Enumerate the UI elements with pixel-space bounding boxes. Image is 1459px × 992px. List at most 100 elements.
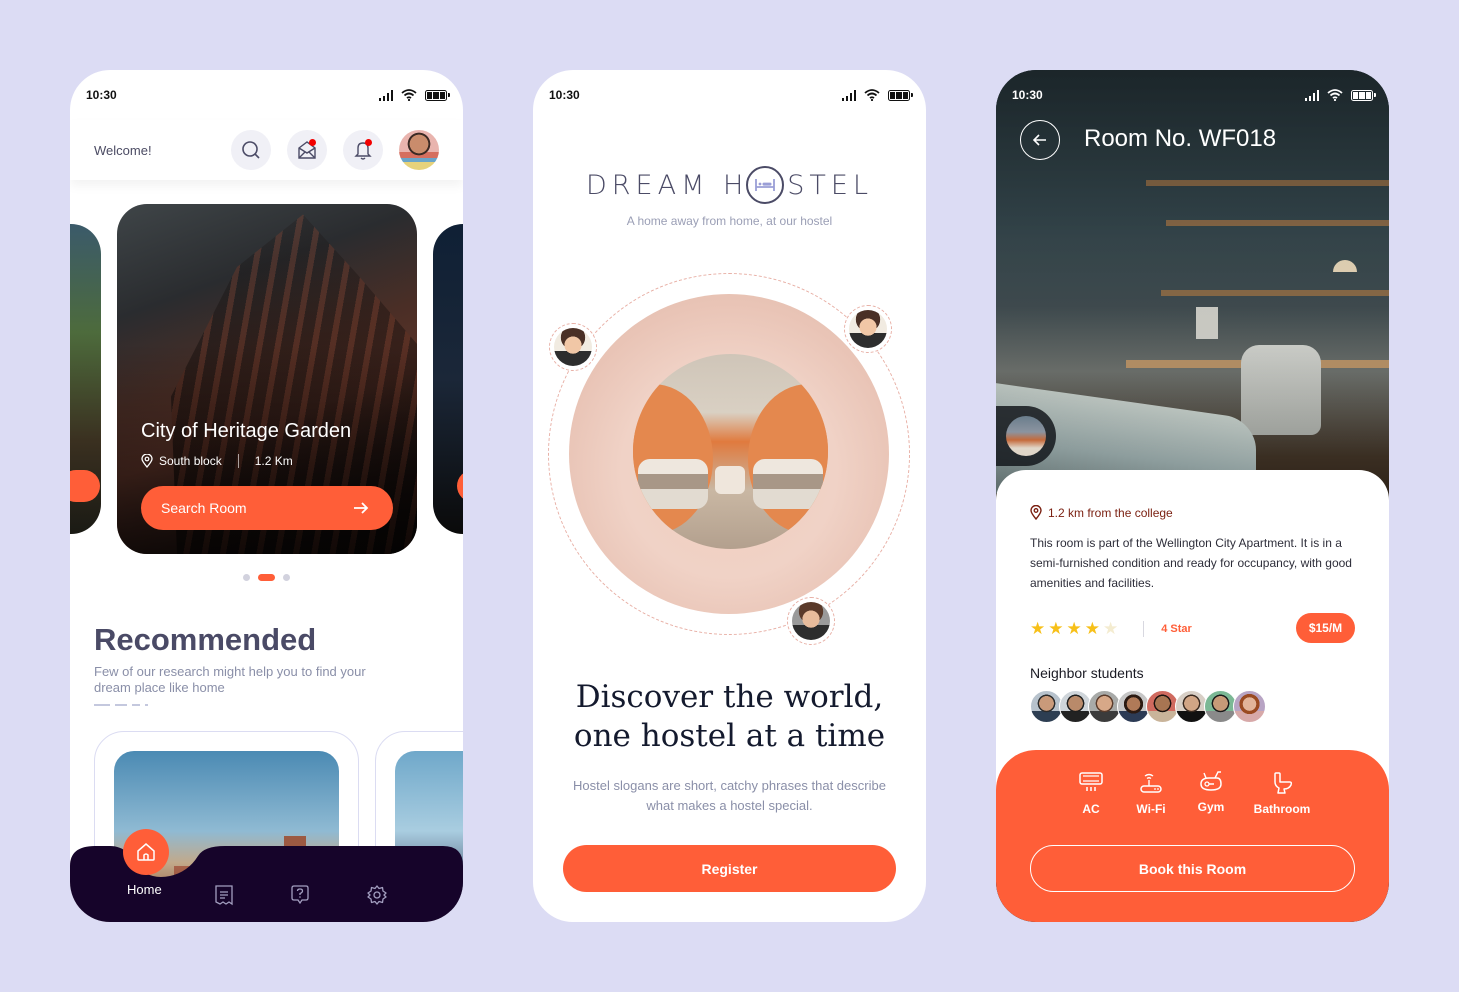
- room-detail-screen: 10:30 Room No. WF018 1.2 km from the col…: [996, 70, 1389, 922]
- divider: [237, 454, 239, 468]
- pagination-dot-active[interactable]: [258, 574, 275, 581]
- card-meta: South block 1.2 Km: [141, 454, 293, 468]
- notification-dot: [309, 139, 316, 146]
- toilet-icon: [1274, 772, 1293, 794]
- status-bar: 10:30: [533, 70, 926, 120]
- help-icon[interactable]: [289, 884, 311, 906]
- search-icon: [242, 141, 260, 159]
- carousel-card-prev[interactable]: [70, 224, 101, 534]
- amenity-label: Wi-Fi: [1136, 802, 1166, 816]
- card-title: City of Heritage Garden: [141, 420, 352, 442]
- gallery-thumbnail-tab[interactable]: [996, 406, 1056, 466]
- home-screen: 10:30 Welcome! City of Heritage Garden S…: [70, 70, 463, 922]
- card-location: South block: [159, 454, 222, 468]
- status-bar: 10:30: [996, 70, 1389, 120]
- headline-line: Discover the world,: [575, 679, 884, 715]
- wifi-icon: [401, 89, 417, 101]
- amenity-gym: Gym: [1181, 770, 1241, 814]
- home-icon: [137, 843, 155, 861]
- home-header: Welcome!: [70, 120, 463, 180]
- star-icon-filled: ★: [1030, 619, 1046, 638]
- rating-label: 4 Star: [1161, 622, 1192, 635]
- card-button-partial: [457, 470, 463, 502]
- room-info-card: 1.2 km from the college This room is par…: [996, 470, 1389, 790]
- battery-icon: [1351, 89, 1376, 101]
- logo-text-right: STEL: [787, 169, 873, 201]
- search-room-label: Search Room: [161, 500, 247, 516]
- messages-button[interactable]: [287, 130, 327, 170]
- carousel-card-active[interactable]: City of Heritage Garden South block 1.2 …: [117, 204, 417, 554]
- divider: [1143, 620, 1145, 637]
- status-time: 10:30: [86, 88, 117, 102]
- exercise-bike-icon: [1200, 771, 1222, 791]
- pagination-dot[interactable]: [243, 574, 250, 581]
- amenity-ac: AC: [1061, 772, 1121, 816]
- battery-icon: [888, 89, 913, 101]
- amenity-wifi: Wi-Fi: [1121, 772, 1181, 816]
- nav-home-label[interactable]: Home: [127, 882, 162, 897]
- star-icon-filled: ★: [1048, 619, 1064, 638]
- search-room-button[interactable]: Search Room: [141, 486, 393, 530]
- signal-icon: [1304, 89, 1319, 101]
- student-avatar[interactable]: [787, 597, 835, 645]
- router-icon: [1140, 773, 1162, 793]
- recommended-subtitle: Few of our research might help you to fi…: [94, 664, 366, 695]
- wifi-icon: [1327, 89, 1343, 101]
- settings-icon[interactable]: [366, 884, 388, 906]
- carousel-pagination: [70, 574, 463, 581]
- star-icon-filled: ★: [1066, 619, 1082, 638]
- star-rating: ★ ★ ★ ★ ★ 4 Star: [1030, 620, 1192, 637]
- welcome-text: Welcome!: [94, 142, 152, 158]
- card-button-partial: [70, 470, 100, 502]
- signal-icon: [378, 89, 393, 101]
- notifications-button[interactable]: [343, 130, 383, 170]
- amenity-label: Gym: [1197, 800, 1225, 814]
- card-distance: 1.2 Km: [254, 454, 293, 468]
- distance-text: 1.2 km from the college: [1048, 505, 1173, 520]
- pagination-dot[interactable]: [283, 574, 290, 581]
- location-pin-icon: [1030, 505, 1042, 520]
- status-time: 10:30: [549, 88, 580, 102]
- room-description: This room is part of the Wellington City…: [1030, 536, 1352, 590]
- amenity-bathroom: Bathroom: [1252, 772, 1312, 816]
- neighbor-avatars: [1030, 690, 1266, 723]
- amenities-panel: AC Wi-Fi Gym Bathroom Book this Room: [996, 750, 1389, 922]
- user-avatar[interactable]: [399, 130, 439, 170]
- nav-home-button[interactable]: [123, 829, 169, 875]
- wifi-icon: [864, 89, 880, 101]
- star-icon-filled: ★: [1084, 619, 1100, 638]
- section-divider: [94, 704, 148, 706]
- location-pin-icon: [141, 454, 153, 468]
- ac-icon: [1079, 772, 1103, 791]
- distance-info: 1.2 km from the college: [1030, 505, 1173, 520]
- student-avatar[interactable]: [844, 305, 892, 353]
- amenity-label: Bathroom: [1253, 802, 1311, 816]
- search-button[interactable]: [231, 130, 271, 170]
- status-bar: 10:30: [70, 70, 463, 120]
- headline: Discover the world, one hostel at a time: [533, 678, 926, 756]
- neighbors-label: Neighbor students: [1030, 665, 1144, 681]
- price-badge: $15/M: [1296, 613, 1355, 643]
- carousel-card-next[interactable]: [433, 224, 463, 534]
- amenity-label: AC: [1082, 802, 1100, 816]
- hostel-room-image-focus: [633, 354, 828, 549]
- logo-text-left: DREAM H: [586, 169, 749, 201]
- battery-icon: [425, 89, 450, 101]
- room-title: Room No. WF018: [1084, 125, 1277, 152]
- recommended-title: Recommended: [94, 622, 317, 657]
- gallery-thumbnail[interactable]: [1006, 416, 1046, 456]
- app-logo: DREAM H STEL: [533, 166, 926, 204]
- student-avatar[interactable]: [549, 323, 597, 371]
- neighbor-avatar[interactable]: [1233, 690, 1266, 723]
- back-button[interactable]: [1020, 120, 1060, 160]
- onboarding-screen: 10:30 DREAM H STEL A home away from home…: [533, 70, 926, 922]
- register-button[interactable]: Register: [563, 845, 896, 892]
- book-room-button[interactable]: Book this Room: [1030, 845, 1355, 892]
- notification-dot: [365, 139, 372, 146]
- headline-line: one hostel at a time: [573, 718, 886, 754]
- receipt-icon[interactable]: [213, 884, 235, 906]
- bed-logo-icon: [746, 166, 785, 204]
- arrow-right-icon: [354, 502, 369, 514]
- star-icon-empty: ★: [1103, 619, 1119, 638]
- onboarding-description: Hostel slogans are short, catchy phrases…: [573, 778, 886, 813]
